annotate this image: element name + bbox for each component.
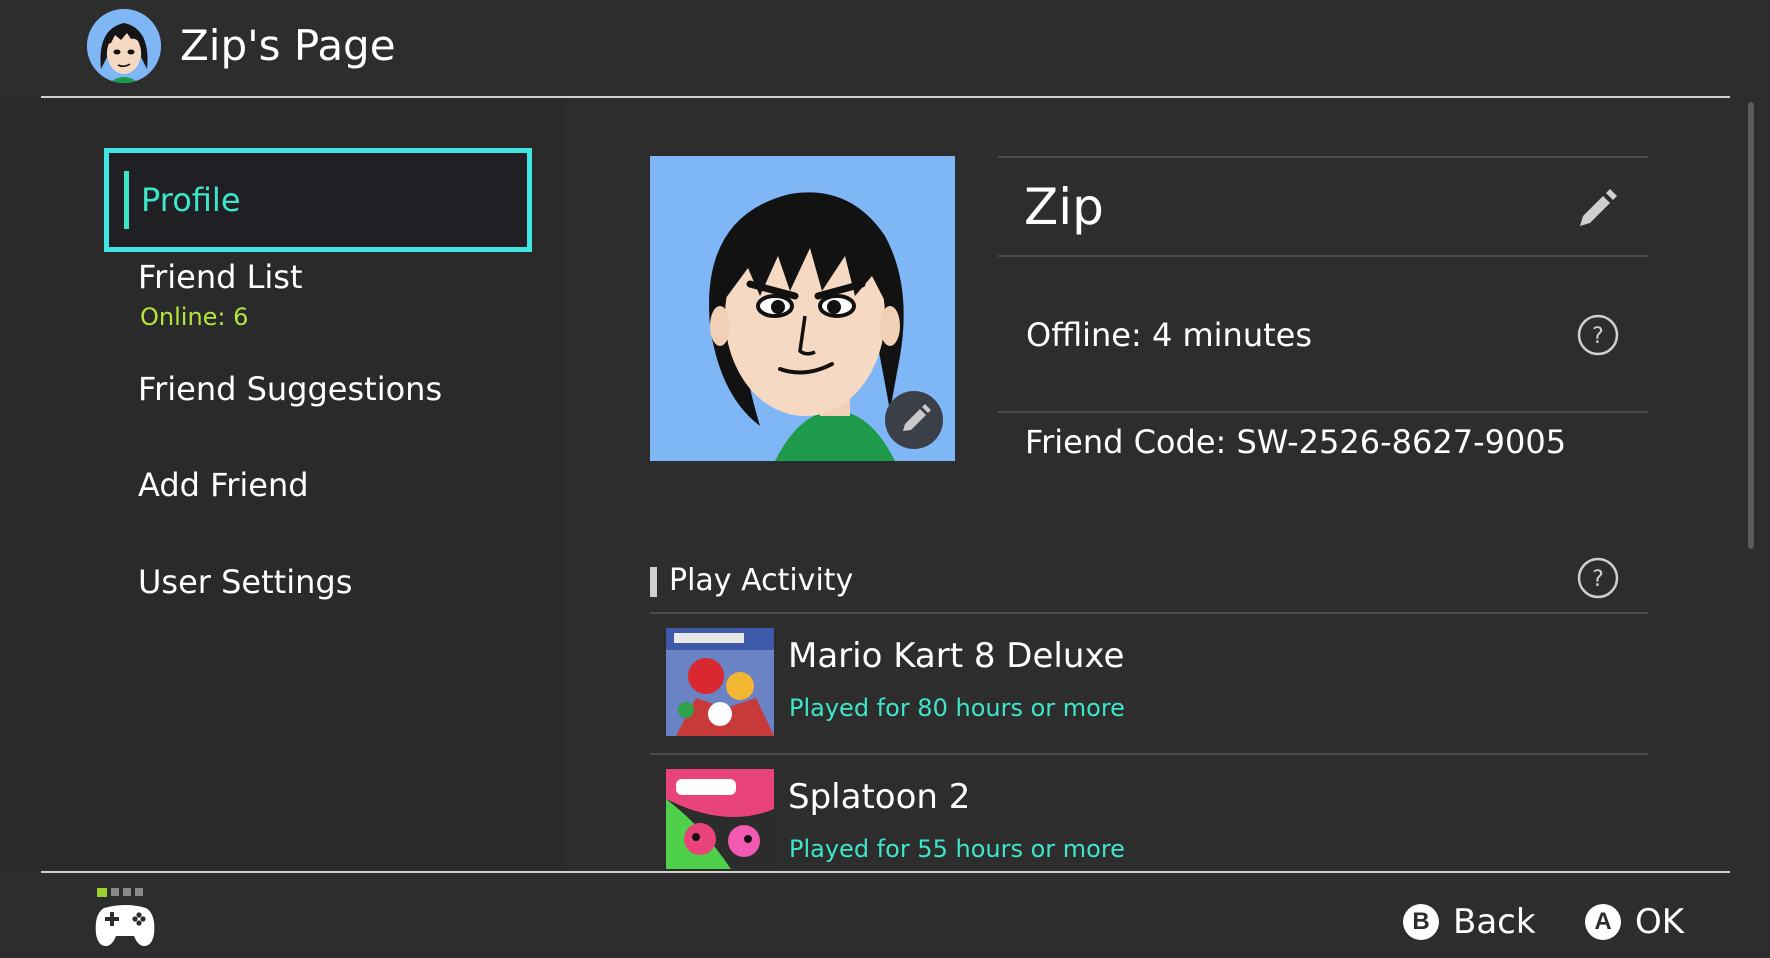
section-marker	[650, 567, 657, 597]
pencil-icon	[903, 404, 931, 431]
friends-page: Zip's Page Profile Friend List Online: 6…	[0, 0, 1770, 958]
status-help-button[interactable]: ?	[1576, 313, 1620, 357]
mii-face-small-icon	[87, 9, 161, 83]
game-row-mario-kart[interactable]: Mario Kart 8 Deluxe Played for 80 hours …	[650, 614, 1648, 754]
gamepad-icon	[95, 888, 155, 946]
question-circle-icon: ?	[1577, 557, 1619, 599]
page-title: Zip's Page	[180, 21, 396, 70]
b-button-icon: B	[1403, 904, 1439, 940]
online-status: Offline: 4 minutes	[1026, 316, 1312, 354]
sidebar-item-user-settings[interactable]: User Settings	[104, 563, 532, 615]
game-title: Mario Kart 8 Deluxe	[788, 636, 1125, 676]
a-button-icon: A	[1585, 904, 1621, 940]
game-title: Splatoon 2	[788, 777, 971, 817]
play-activity-title: Play Activity	[669, 563, 854, 598]
sidebar-item-label: Add Friend	[138, 466, 309, 504]
svg-text:?: ?	[1592, 567, 1604, 592]
controller-status	[92, 886, 158, 952]
ok-button[interactable]: A OK	[1585, 898, 1695, 948]
sidebar-item-label: Friend Suggestions	[138, 370, 443, 408]
divider	[998, 156, 1648, 158]
game-thumbnail	[666, 628, 774, 736]
name-edit-button[interactable]	[1576, 186, 1620, 230]
divider	[998, 255, 1648, 257]
game-thumbnail	[666, 769, 774, 869]
sidebar-item-label: Profile	[141, 181, 241, 219]
sidebar: Profile Friend List Online: 6 Friend Sug…	[0, 98, 566, 870]
pencil-icon	[1580, 189, 1617, 226]
sidebar-item-label: User Settings	[138, 563, 353, 601]
game-playtime: Played for 80 hours or more	[789, 694, 1125, 722]
sidebar-item-friend-list[interactable]: Friend List Online: 6	[104, 258, 532, 340]
friend-code: Friend Code: SW-2526-8627-9005	[1025, 423, 1567, 461]
online-count: Online: 6	[140, 303, 249, 331]
game-cover-icon	[666, 769, 774, 869]
page-header: Zip's Page	[0, 0, 1770, 97]
sidebar-item-friend-suggestions[interactable]: Friend Suggestions	[104, 370, 532, 422]
game-playtime: Played for 55 hours or more	[789, 835, 1125, 863]
scrollbar[interactable]	[1748, 102, 1754, 549]
selection-indicator	[124, 171, 129, 229]
avatar-edit-button[interactable]	[885, 391, 943, 449]
user-avatar[interactable]	[87, 9, 161, 83]
svg-text:?: ?	[1592, 324, 1604, 349]
play-activity-help-button[interactable]: ?	[1576, 556, 1620, 600]
sidebar-item-label: Friend List	[138, 258, 303, 296]
sidebar-item-profile[interactable]: Profile	[104, 148, 532, 252]
back-button[interactable]: B Back	[1403, 898, 1536, 948]
game-cover-icon	[666, 628, 774, 736]
question-circle-icon: ?	[1577, 314, 1619, 356]
profile-name: Zip	[1024, 178, 1104, 236]
divider	[998, 411, 1648, 413]
game-row-splatoon[interactable]: Splatoon 2 Played for 55 hours or more	[650, 755, 1648, 869]
sidebar-item-add-friend[interactable]: Add Friend	[104, 466, 532, 518]
ok-label: OK	[1635, 902, 1685, 942]
back-label: Back	[1453, 902, 1536, 942]
